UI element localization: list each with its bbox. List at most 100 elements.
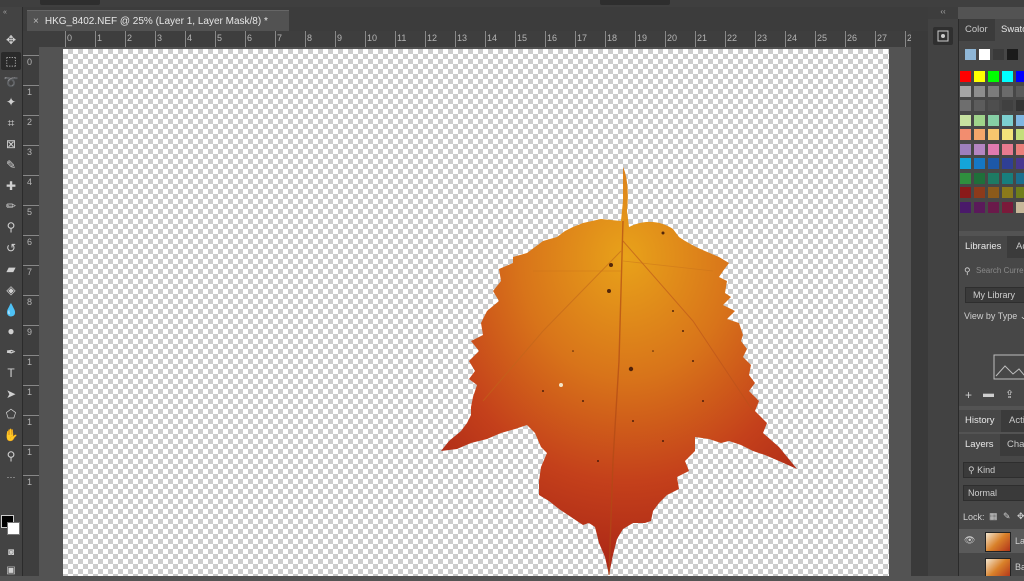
- color-swatch[interactable]: [1002, 114, 1013, 126]
- color-swatch[interactable]: [1016, 71, 1024, 82]
- color-swatch[interactable]: [1016, 158, 1024, 169]
- background-color-swatch[interactable]: [7, 522, 20, 535]
- color-swatch[interactable]: [988, 201, 999, 213]
- tab-color[interactable]: Color: [959, 19, 994, 41]
- tab-layers[interactable]: Layers: [959, 434, 1000, 456]
- eraser-tool-icon[interactable]: ▰: [1, 260, 21, 278]
- color-swatch[interactable]: [974, 85, 985, 97]
- color-swatch[interactable]: [1016, 85, 1024, 97]
- color-swatch[interactable]: [988, 187, 999, 198]
- color-swatch[interactable]: [1002, 172, 1013, 184]
- color-swatch[interactable]: [1016, 100, 1024, 111]
- color-swatch[interactable]: [1016, 129, 1024, 140]
- color-swatch[interactable]: [1016, 201, 1024, 213]
- color-swatch[interactable]: [974, 129, 985, 140]
- vertical-ruler[interactable]: 0 1 2 3 4 5 6 7 8 9 1 1 1 1 1: [23, 47, 40, 576]
- pen-tool-icon[interactable]: ✒: [1, 343, 21, 361]
- lock-position-icon[interactable]: ✥: [1017, 511, 1024, 522]
- library-search-input[interactable]: Search Current Library: [976, 266, 1024, 275]
- color-swatch[interactable]: [960, 143, 971, 155]
- color-swatch[interactable]: [1002, 100, 1013, 111]
- zoom-tool-icon[interactable]: ⚲: [1, 447, 21, 465]
- learn-panel-icon[interactable]: [933, 27, 953, 45]
- magic-wand-tool-icon[interactable]: ✦: [1, 93, 21, 111]
- lasso-tool-icon[interactable]: ➰: [1, 73, 21, 91]
- color-swatch[interactable]: [1002, 158, 1013, 169]
- paint-bucket-tool-icon[interactable]: ◈: [1, 281, 21, 299]
- screen-mode-icon[interactable]: ▣: [1, 561, 21, 579]
- color-swatch[interactable]: [1002, 143, 1013, 155]
- color-swatch[interactable]: [960, 71, 971, 82]
- color-swatch[interactable]: [988, 114, 999, 126]
- color-swatch[interactable]: [1002, 71, 1013, 82]
- view-by-select[interactable]: View by Type ⌄: [964, 311, 1024, 322]
- color-swatch[interactable]: [988, 71, 999, 82]
- color-swatch[interactable]: [1016, 187, 1024, 198]
- upload-icon[interactable]: ⇪: [1005, 388, 1014, 401]
- color-swatch[interactable]: [960, 187, 971, 198]
- color-swatch[interactable]: [988, 100, 999, 111]
- visibility-eye-icon[interactable]: 👁: [964, 535, 975, 546]
- brush-tool-icon[interactable]: ✏: [1, 197, 21, 215]
- color-swatch[interactable]: [1016, 114, 1024, 126]
- path-selection-tool-icon[interactable]: ➤: [1, 385, 21, 403]
- eyedropper-tool-icon[interactable]: ✎: [1, 156, 21, 174]
- color-swatch[interactable]: [960, 201, 971, 213]
- color-swatch[interactable]: [1002, 201, 1013, 213]
- hand-tool-icon[interactable]: ✋: [1, 426, 21, 444]
- dodge-tool-icon[interactable]: ●: [1, 322, 21, 340]
- close-tab-icon[interactable]: ×: [33, 16, 39, 27]
- color-swatch[interactable]: [1002, 85, 1013, 97]
- color-swatch[interactable]: [974, 172, 985, 184]
- blur-tool-icon[interactable]: 💧: [1, 301, 21, 319]
- ruler-origin[interactable]: [23, 31, 39, 47]
- clone-stamp-tool-icon[interactable]: ⚲: [1, 218, 21, 236]
- color-swatch[interactable]: [960, 100, 971, 111]
- color-swatch[interactable]: [974, 158, 985, 169]
- lock-transparent-pixels-icon[interactable]: ▦: [989, 511, 998, 522]
- library-select[interactable]: My Library: [965, 287, 1024, 303]
- document-tab[interactable]: × HKG_8402.NEF @ 25% (Layer 1, Layer Mas…: [27, 10, 289, 32]
- tab-actions[interactable]: Actions: [1003, 410, 1024, 432]
- recent-color-swatch[interactable]: [993, 49, 1004, 60]
- healing-brush-tool-icon[interactable]: ✚: [1, 177, 21, 195]
- more-tools-icon[interactable]: ···: [1, 468, 21, 486]
- color-swatch[interactable]: [988, 143, 999, 155]
- color-swatch[interactable]: [1002, 129, 1013, 140]
- collapse-panels-icon[interactable]: ‹‹: [928, 7, 958, 19]
- crop-tool-icon[interactable]: ⌗: [1, 114, 21, 132]
- color-swatch[interactable]: [974, 114, 985, 126]
- color-swatch[interactable]: [1016, 143, 1024, 155]
- color-swatch[interactable]: [960, 129, 971, 140]
- move-tool-icon[interactable]: ✥: [1, 31, 21, 49]
- vertical-scrollbar[interactable]: [911, 31, 928, 576]
- recent-color-swatch[interactable]: [965, 49, 976, 60]
- color-swatch[interactable]: [974, 143, 985, 155]
- color-swatch[interactable]: [960, 172, 971, 184]
- quick-mask-icon[interactable]: ◙: [1, 543, 21, 561]
- color-swatch[interactable]: [988, 172, 999, 184]
- shape-tool-icon[interactable]: ⬠: [1, 405, 21, 423]
- frame-tool-icon[interactable]: ⊠: [1, 135, 21, 153]
- color-swatch[interactable]: [974, 71, 985, 82]
- tab-channels[interactable]: Channels: [1001, 434, 1024, 456]
- color-swatch[interactable]: [974, 187, 985, 198]
- collapse-toolbar-icon[interactable]: «: [3, 9, 7, 16]
- layer-filter-select[interactable]: ⚲ Kind: [963, 462, 1024, 478]
- color-swatch[interactable]: [974, 201, 985, 213]
- color-swatch[interactable]: [960, 85, 971, 97]
- color-swatch[interactable]: [960, 158, 971, 169]
- color-swatch[interactable]: [960, 114, 971, 126]
- folder-icon[interactable]: ▬: [983, 388, 994, 400]
- lock-image-pixels-icon[interactable]: ✎: [1003, 511, 1011, 522]
- add-library-item-icon[interactable]: +: [965, 388, 972, 402]
- recent-color-swatch[interactable]: [1007, 49, 1018, 60]
- marquee-tool-icon[interactable]: ⬚: [1, 51, 21, 70]
- color-swatch[interactable]: [988, 129, 999, 140]
- layer-row[interactable]: Background: [959, 555, 1024, 576]
- tab-adjustments[interactable]: Adjustments: [1010, 236, 1024, 258]
- document-canvas[interactable]: [63, 49, 889, 576]
- color-swatch[interactable]: [1016, 172, 1024, 184]
- layer-row[interactable]: 👁 Layer 1: [959, 529, 1024, 553]
- color-swatch[interactable]: [988, 158, 999, 169]
